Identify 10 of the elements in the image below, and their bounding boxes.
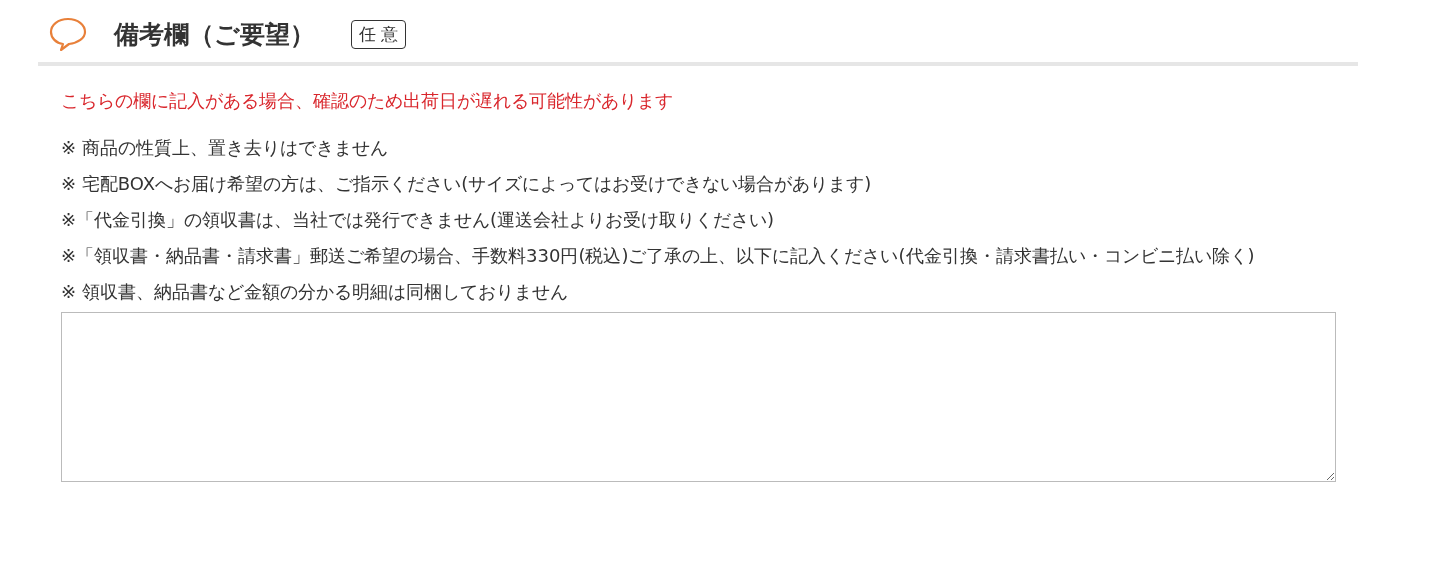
- optional-badge: 任 意: [351, 19, 407, 49]
- note-text: ※ 商品の性質上、置き去りはできません: [61, 136, 389, 160]
- speech-bubble-icon: [48, 16, 88, 52]
- warning-text: こちらの欄に記入がある場合、確認のため出荷日が遅れる可能性があります: [61, 89, 674, 113]
- note-text: ※「代金引換」の領収書は、当社では発行できません(運送会社よりお受け取りください): [61, 208, 776, 232]
- section-title: 備考欄（ご要望）: [114, 18, 315, 51]
- note-text: ※ 宅配BOXへお届け希望の方は、ご指示ください(サイズによってはお受けできない場合があります): [61, 172, 873, 196]
- note-text: ※ 領収書、納品書など金額の分かる明細は同梱しておりません: [61, 280, 569, 304]
- note-text: ※「領収書・納品書・請求書」郵送ご希望の場合、手数料330円(税込)ご了承の上、以下に記入ください(代金引換・請求書払い・コンビニ払い除く): [61, 244, 1256, 268]
- remarks-field[interactable]: [61, 312, 1336, 482]
